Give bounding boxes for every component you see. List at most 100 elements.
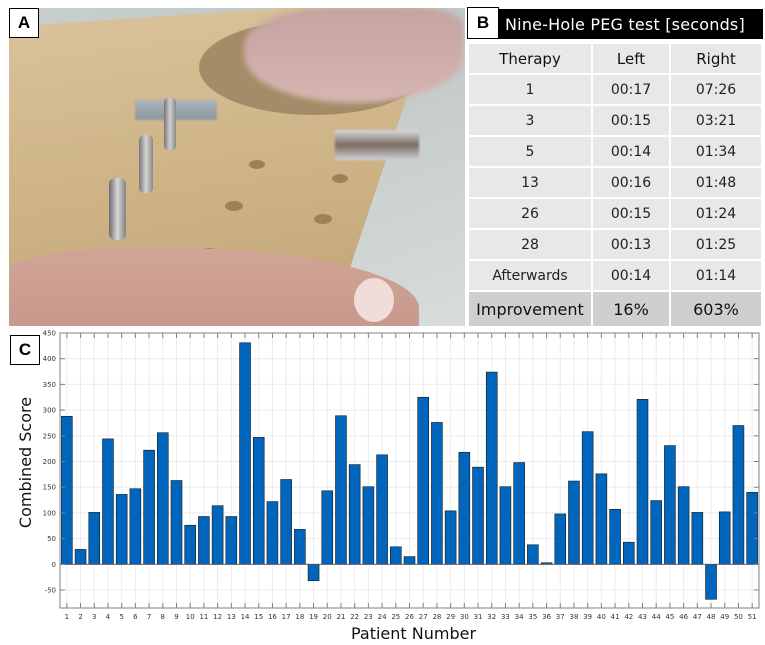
cell-right: 01:34	[671, 137, 761, 166]
x-tick-label: 36	[542, 613, 551, 621]
metal-plate-left	[135, 100, 217, 120]
x-tick-label: 23	[364, 613, 373, 621]
peg	[109, 178, 126, 240]
y-axis-label: Combined Score	[16, 397, 35, 528]
header-therapy: Therapy	[469, 44, 591, 73]
bar-patient-37	[554, 513, 567, 565]
cell-left: 00:15	[593, 199, 669, 228]
table-row: 5 00:14 01:34	[469, 137, 761, 166]
x-tick-label: 25	[391, 613, 400, 621]
metal-plate-right	[335, 130, 419, 160]
x-tick-label: 24	[378, 613, 387, 621]
fingernail	[354, 278, 394, 322]
bar-patient-6	[129, 488, 142, 565]
x-tick-label: 44	[652, 613, 661, 621]
x-tick-label: 48	[707, 613, 716, 621]
x-tick-label: 41	[611, 613, 620, 621]
cell-left: 00:13	[593, 230, 669, 259]
bar-patient-50	[732, 425, 745, 565]
bar-patient-17	[280, 479, 292, 565]
panel-label-b: B	[467, 7, 499, 39]
bar-patient-29	[444, 510, 457, 565]
cell-therapy: Afterwards	[469, 261, 591, 290]
x-tick-label: 38	[570, 613, 579, 621]
bar-patient-18	[294, 529, 306, 565]
bar-patient-15	[252, 437, 265, 565]
hand-top	[244, 8, 464, 103]
y-tick-label: 450	[43, 330, 56, 338]
bar-patient-34	[513, 462, 525, 565]
bar-patient-49	[718, 511, 731, 565]
x-tick-label: 21	[337, 613, 346, 621]
table-header-row: Therapy Left Right	[469, 44, 761, 73]
x-tick-label: 20	[323, 613, 332, 621]
x-tick-label: 2	[78, 613, 82, 621]
x-tick-label: 1	[65, 613, 69, 621]
panel-label-a: A	[9, 8, 39, 38]
x-tick-label: 28	[432, 613, 441, 621]
x-tick-label: 34	[515, 613, 524, 621]
x-tick-label: 30	[460, 613, 469, 621]
y-tick-label: 0	[52, 561, 56, 569]
bar-patient-7	[143, 449, 155, 565]
y-tick-label: 350	[43, 381, 56, 389]
improvement-left: 16%	[593, 292, 669, 326]
panel-label-c: C	[10, 335, 40, 365]
peg-hole	[225, 201, 243, 211]
x-tick-label: 11	[199, 613, 208, 621]
bar-patient-5	[115, 494, 128, 565]
table-title: Nine-Hole PEG test [seconds]	[497, 9, 763, 39]
x-axis-label: Patient Number	[351, 624, 476, 643]
bar-patient-44	[650, 500, 662, 565]
cell-right: 01:25	[671, 230, 761, 259]
x-tick-label: 31	[474, 613, 483, 621]
y-tick-label: 100	[43, 509, 56, 517]
bar-patient-48	[705, 564, 717, 600]
bar-patient-4	[102, 438, 114, 565]
bar-patient-12	[211, 505, 224, 565]
x-tick-label: 3	[92, 613, 96, 621]
x-tick-label: 42	[624, 613, 633, 621]
x-tick-label: 26	[405, 613, 414, 621]
x-tick-label: 17	[282, 613, 291, 621]
bar-patient-27	[417, 396, 429, 565]
table-row: Afterwards 00:14 01:14	[469, 261, 761, 290]
improvement-row: Improvement 16% 603%	[469, 292, 761, 326]
x-tick-label: 49	[720, 613, 729, 621]
cell-left: 00:17	[593, 75, 669, 104]
x-tick-label: 51	[748, 613, 757, 621]
bar-patient-22	[348, 464, 361, 565]
cell-therapy: 13	[469, 168, 591, 197]
table-row: 28 00:13 01:25	[469, 230, 761, 259]
x-tick-label: 8	[161, 613, 165, 621]
cell-left: 00:16	[593, 168, 669, 197]
peg-hole	[332, 174, 348, 183]
bar-patient-32	[485, 371, 498, 565]
bar-patient-1	[61, 415, 73, 565]
cell-right: 01:14	[671, 261, 761, 290]
peg-board-photo: A	[9, 8, 465, 326]
x-tick-label: 10	[186, 613, 195, 621]
peg	[164, 98, 176, 150]
bar-patient-26	[403, 556, 416, 565]
x-tick-label: 43	[638, 613, 647, 621]
bar-patient-43	[636, 399, 649, 565]
bar-patient-11	[198, 516, 210, 565]
x-tick-label: 27	[419, 613, 428, 621]
x-tick-label: 22	[350, 613, 359, 621]
bar-patient-14	[239, 342, 251, 565]
bar-patient-13	[225, 516, 238, 565]
peg-test-table: Therapy Left Right 1 00:17 07:26 3 00:15…	[467, 42, 763, 328]
bar-patient-28	[431, 422, 443, 565]
x-tick-label: 14	[241, 613, 250, 621]
table-row: 3 00:15 03:21	[469, 106, 761, 135]
y-tick-label: 50	[47, 535, 56, 543]
x-tick-label: 16	[268, 613, 277, 621]
y-tick-label: 250	[43, 432, 56, 440]
improvement-label: Improvement	[469, 292, 591, 326]
header-left: Left	[593, 44, 669, 73]
bar-patient-31	[472, 466, 484, 565]
x-tick-label: 12	[213, 613, 222, 621]
bar-patient-42	[623, 541, 635, 565]
bar-patient-8	[157, 432, 169, 565]
